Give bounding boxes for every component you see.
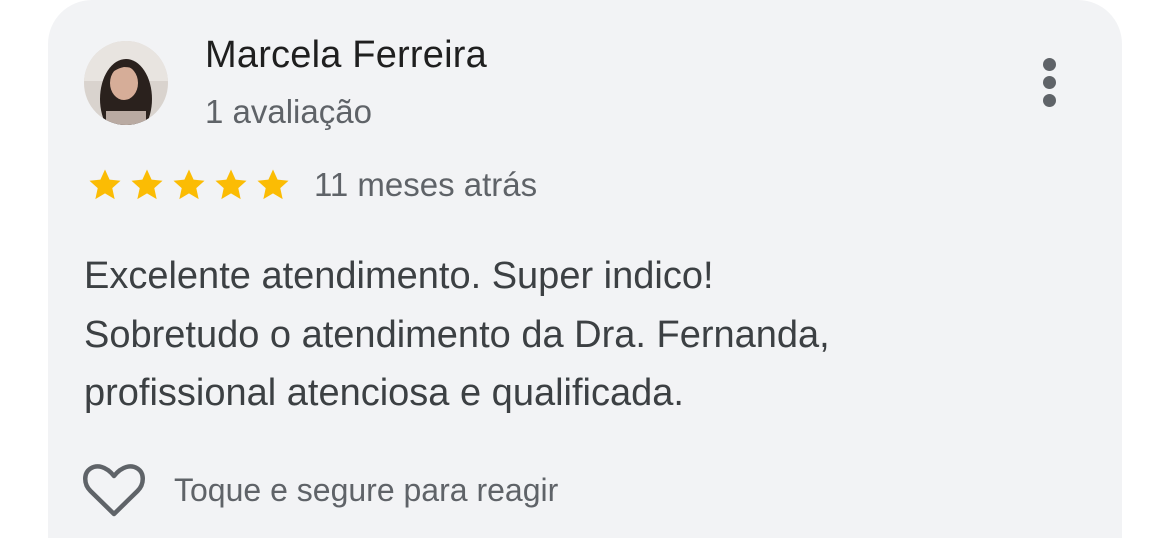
more-vert-icon-dot [1043,94,1056,107]
author-name[interactable]: Marcela Ferreira [205,34,487,77]
review-timestamp: 11 meses atrás [314,166,538,203]
review-text-line: Sobretudo o atendimento da Dra. Fernanda… [84,313,830,356]
avatar[interactable] [84,41,168,125]
star-rating [84,166,294,204]
star-icon [89,169,121,200]
more-options-button[interactable] [1030,52,1070,112]
react-hint: Toque e segure para reagir [174,472,559,508]
star-icon [131,169,163,200]
more-vert-icon-dot [1043,76,1056,89]
react-button[interactable] [82,463,146,519]
star-icon [257,169,289,200]
more-vert-icon [1043,58,1056,71]
review-text-line: profissional atenciosa e qualificada. [84,372,684,414]
heart-outline-icon [83,464,145,517]
profile-photo [84,41,168,125]
review-count: 1 avaliação [205,93,372,130]
review-text: Excelente atendimento. Super indico! Sob… [84,247,830,423]
star-icon [215,169,247,200]
star-icon [173,169,205,200]
review-text-line: Excelente atendimento. Super indico! [84,255,714,297]
